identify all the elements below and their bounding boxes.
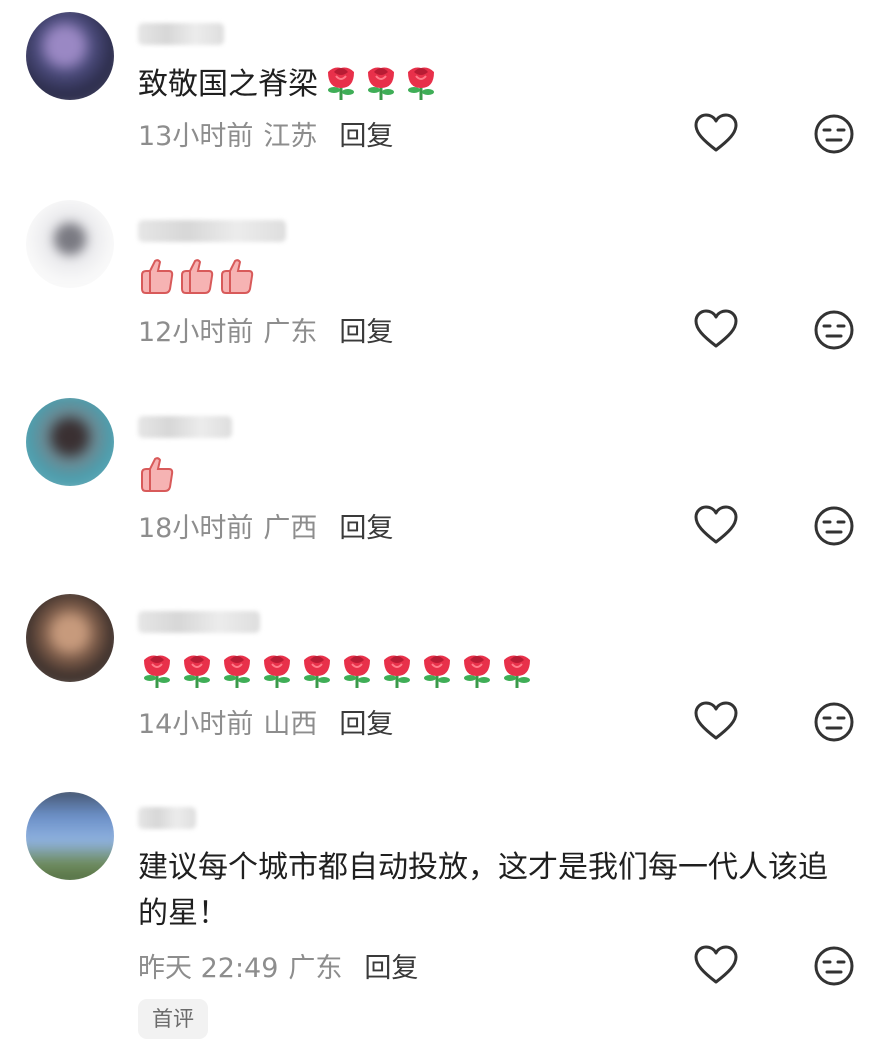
- rose-emoji-icon: [368, 67, 394, 100]
- comment-time: 18小时前: [138, 513, 254, 544]
- avatar[interactable]: [26, 398, 114, 486]
- thumbs-up-emoji-icon: [141, 259, 174, 294]
- avatar[interactable]: [26, 792, 114, 880]
- neutral-face-icon[interactable]: [813, 701, 855, 743]
- comment-time: 13小时前: [138, 121, 254, 152]
- rose-emoji-icon: [384, 655, 410, 688]
- neutral-face-icon[interactable]: [813, 945, 855, 987]
- thumbs-up-emoji-icon: [221, 259, 254, 294]
- rose-emoji-icon: [344, 655, 370, 688]
- username[interactable]: [138, 807, 196, 829]
- rose-emoji-icon: [264, 655, 290, 688]
- heart-outline-icon[interactable]: [693, 944, 739, 986]
- emoji-group: [138, 252, 256, 302]
- emoji-group: [138, 644, 536, 694]
- comment-time: 12小时前: [138, 317, 254, 348]
- thumbs-up-emoji-icon: [141, 457, 174, 492]
- comment-time: 昨天 22:49: [138, 953, 279, 984]
- comment-location: 江苏: [263, 121, 318, 152]
- reply-button[interactable]: 回复: [339, 317, 393, 348]
- comment-location: 山西: [263, 709, 318, 740]
- username[interactable]: [138, 220, 286, 242]
- rose-emoji-icon: [504, 655, 530, 688]
- username[interactable]: [138, 611, 260, 633]
- rose-emoji-icon: [464, 655, 490, 688]
- emoji-group: [322, 60, 440, 102]
- rose-emoji-icon: [224, 655, 250, 688]
- first-comment-badge: 首评: [138, 999, 208, 1039]
- avatar[interactable]: [26, 594, 114, 682]
- comment-meta: 12小时前 广东 回复: [138, 310, 393, 349]
- reply-button[interactable]: 回复: [364, 953, 418, 984]
- username[interactable]: [138, 416, 232, 438]
- reply-button[interactable]: 回复: [339, 121, 393, 152]
- rose-emoji-icon: [328, 67, 354, 100]
- rose-emoji-icon: [144, 655, 170, 688]
- heart-outline-icon[interactable]: [693, 700, 739, 742]
- avatar[interactable]: [26, 200, 114, 288]
- comment-meta: 14小时前 山西 回复: [138, 702, 393, 741]
- neutral-face-icon[interactable]: [813, 309, 855, 351]
- rose-emoji-icon: [424, 655, 450, 688]
- comment-meta: 昨天 22:49 广东 回复: [138, 946, 418, 985]
- avatar[interactable]: [26, 12, 114, 100]
- heart-outline-icon[interactable]: [693, 504, 739, 546]
- thumbs-up-emoji-icon: [181, 259, 214, 294]
- comment-meta: 13小时前 江苏 回复: [138, 114, 393, 153]
- comment-text: 建议每个城市都自动投放，这才是我们每一代人该追的星！: [138, 850, 828, 931]
- comment-location: 广东: [288, 953, 343, 984]
- comment-location: 广西: [263, 513, 318, 544]
- username[interactable]: [138, 23, 224, 45]
- rose-emoji-icon: [408, 67, 434, 100]
- comment-location: 广东: [263, 317, 318, 348]
- heart-outline-icon[interactable]: [693, 112, 739, 154]
- rose-emoji-icon: [184, 655, 210, 688]
- neutral-face-icon[interactable]: [813, 113, 855, 155]
- heart-outline-icon[interactable]: [693, 308, 739, 350]
- rose-emoji-icon: [304, 655, 330, 688]
- neutral-face-icon[interactable]: [813, 505, 855, 547]
- comment-text: 致敬国之脊梁: [138, 60, 851, 108]
- comment-meta: 18小时前 广西 回复: [138, 506, 393, 545]
- emoji-group: [138, 450, 176, 500]
- reply-button[interactable]: 回复: [339, 709, 393, 740]
- comment-time: 14小时前: [138, 709, 254, 740]
- reply-button[interactable]: 回复: [339, 513, 393, 544]
